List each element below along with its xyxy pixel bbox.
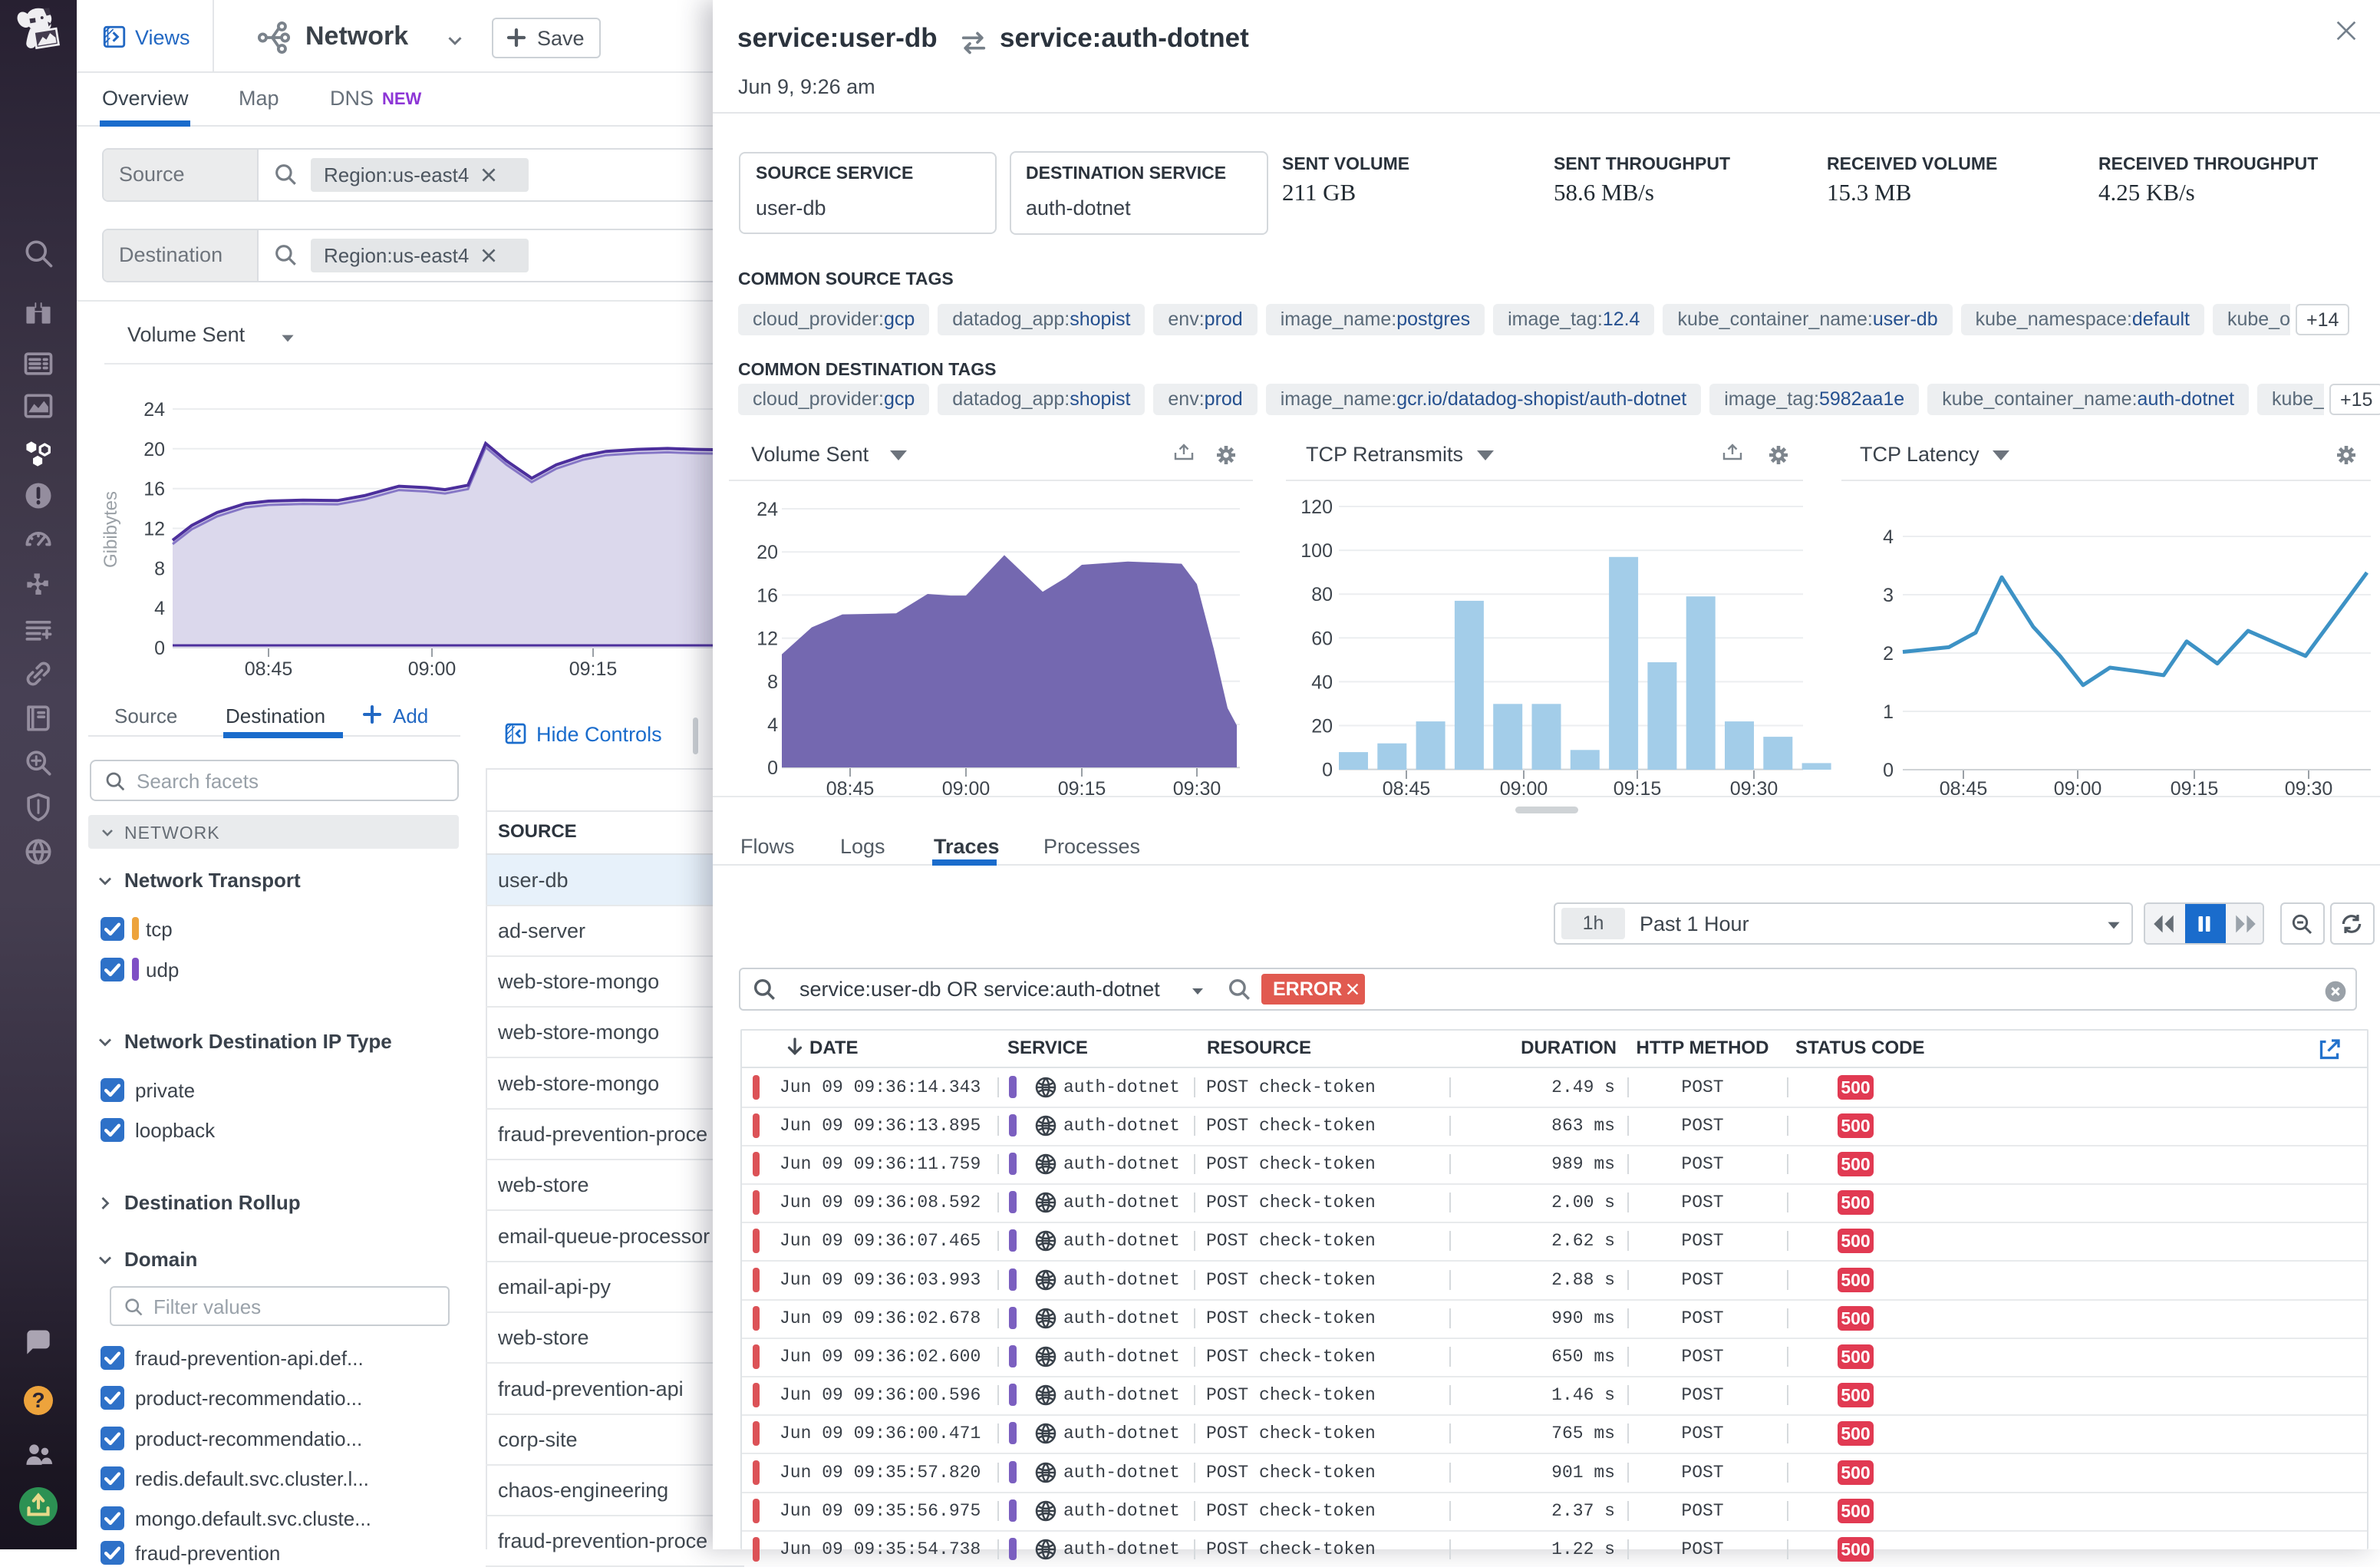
svg-text:Gibibytes: Gibibytes	[101, 491, 121, 568]
svg-text:0: 0	[1322, 760, 1333, 781]
svg-text:08:45: 08:45	[245, 658, 293, 680]
svg-text:60: 60	[1311, 628, 1333, 649]
svg-text:TCP Retransmits: TCP Retransmits	[1306, 443, 1463, 466]
svg-text:80: 80	[1311, 584, 1333, 605]
svg-text:0: 0	[1883, 760, 1894, 781]
svg-text:16: 16	[757, 585, 778, 606]
svg-text:4: 4	[154, 598, 165, 619]
svg-text:2: 2	[1883, 643, 1894, 665]
svg-text:120: 120	[1300, 496, 1333, 518]
svg-text:16: 16	[143, 479, 165, 500]
svg-text:0: 0	[767, 757, 778, 779]
svg-text:TCP Latency: TCP Latency	[1860, 443, 1979, 466]
svg-text:20: 20	[757, 542, 778, 563]
svg-text:1: 1	[1883, 701, 1894, 723]
svg-text:8: 8	[154, 558, 165, 579]
svg-text:09:15: 09:15	[569, 658, 618, 680]
svg-text:8: 8	[767, 671, 778, 693]
svg-text:24: 24	[143, 399, 165, 421]
svg-text:0: 0	[154, 638, 165, 659]
svg-text:12: 12	[143, 519, 165, 540]
svg-text:4: 4	[767, 714, 778, 736]
svg-text:24: 24	[757, 499, 778, 520]
svg-text:4: 4	[1883, 526, 1894, 548]
svg-text:3: 3	[1883, 585, 1894, 606]
svg-text:100: 100	[1300, 540, 1333, 562]
svg-text:12: 12	[757, 628, 778, 650]
svg-text:20: 20	[143, 439, 165, 460]
svg-text:Volume Sent: Volume Sent	[751, 443, 869, 466]
svg-text:40: 40	[1311, 671, 1333, 693]
svg-text:20: 20	[1311, 716, 1333, 737]
svg-text:09:00: 09:00	[408, 658, 457, 680]
